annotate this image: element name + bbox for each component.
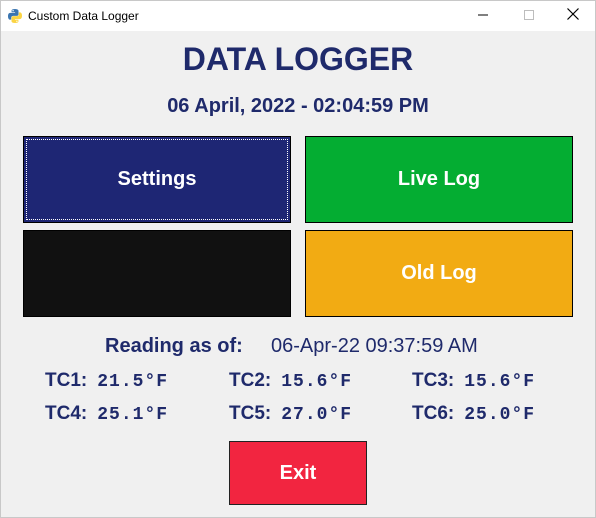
live-log-button-label: Live Log [397,168,481,190]
old-log-button-label: Old Log [401,262,477,284]
close-button[interactable] [550,1,596,31]
tc-label: TC1: [45,370,88,391]
tc-label: TC3: [412,370,455,391]
tc3-reading: TC3: 15.6°F [412,370,535,394]
settings-button-label: Settings [117,168,197,190]
tc-label: TC6: [412,403,455,424]
tc-value: 15.6°F [281,372,353,392]
tc5-reading: TC5: 27.0°F [229,403,352,427]
tc-label: TC4: [45,403,88,424]
reading-timestamp: 06-Apr-22 09:37:59 AM [271,335,478,357]
exit-button-label: Exit [279,461,317,484]
close-icon [567,7,579,25]
reading-label: Reading as of: [105,335,243,357]
tc-value: 21.5°F [97,372,169,392]
title-bar[interactable]: Custom Data Logger [1,1,595,31]
maximize-icon [524,7,534,25]
tc6-reading: TC6: 25.0°F [412,403,535,427]
app-window: Custom Data Logger DATA LOGGER 06 April,… [0,0,596,518]
live-log-button[interactable]: Live Log [305,136,573,223]
tc-value: 15.6°F [464,372,536,392]
minimize-icon [478,7,488,25]
reading-row: Reading as of: 06-Apr-22 09:37:59 AM [1,335,595,361]
maximize-button[interactable] [506,1,552,31]
tc-label: TC2: [229,370,272,391]
tc-value: 27.0°F [281,405,353,425]
current-datetime: 06 April, 2022 - 02:04:59 PM [167,95,429,117]
tc-value: 25.1°F [97,405,169,425]
settings-button[interactable]: Settings [23,136,291,223]
tc4-reading: TC4: 25.1°F [45,403,168,427]
window-title: Custom Data Logger [28,9,139,23]
tc-label: TC5: [229,403,272,424]
minimize-button[interactable] [460,1,506,31]
exit-button[interactable]: Exit [229,441,367,505]
tc1-reading: TC1: 21.5°F [45,370,168,394]
tc2-reading: TC2: 15.6°F [229,370,352,394]
page-title: DATA LOGGER [182,41,414,77]
blank-button[interactable] [23,230,291,317]
python-icon [7,8,23,24]
tc-value: 25.0°F [464,405,536,425]
old-log-button[interactable]: Old Log [305,230,573,317]
